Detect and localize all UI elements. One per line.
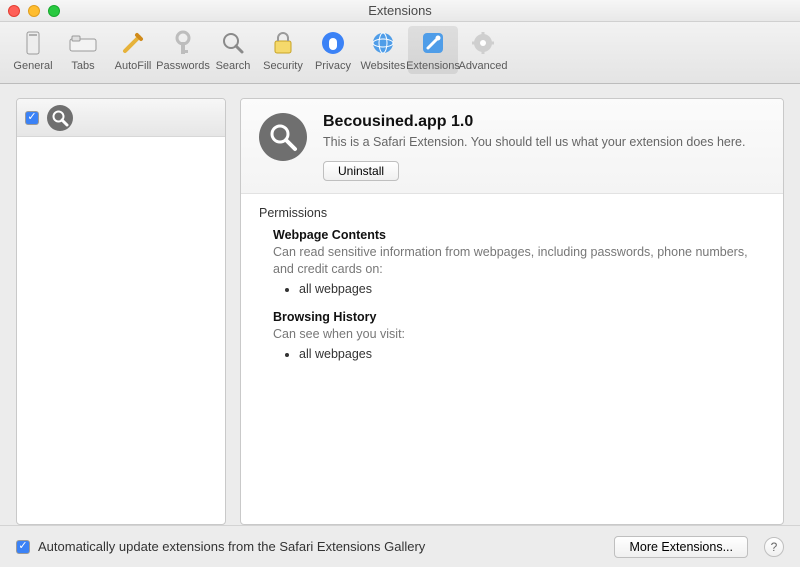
extension-detail-panel: Becousined.app 1.0 This is a Safari Exte… [240, 98, 784, 525]
toolbar-tab-label: Extensions [406, 60, 460, 72]
toolbar-tab-label: General [13, 60, 52, 72]
general-icon [18, 28, 48, 58]
toolbar-tab-passwords[interactable]: Passwords [158, 26, 208, 74]
auto-update-checkbox[interactable] [16, 540, 30, 554]
permissions-section: Permissions Webpage Contents Can read se… [241, 194, 783, 387]
extension-large-icon [259, 113, 307, 161]
autofill-icon [118, 28, 148, 58]
toolbar-tab-tabs[interactable]: Tabs [58, 26, 108, 74]
permission-title: Browsing History [273, 310, 765, 324]
toolbar-tab-search[interactable]: Search [208, 26, 258, 74]
window-title: Extensions [0, 3, 800, 18]
search-icon [218, 28, 248, 58]
websites-icon [368, 28, 398, 58]
toolbar-tab-privacy[interactable]: Privacy [308, 26, 358, 74]
permission-title: Webpage Contents [273, 228, 765, 242]
security-icon [268, 28, 298, 58]
more-extensions-button[interactable]: More Extensions... [614, 536, 748, 558]
permissions-heading: Permissions [259, 206, 765, 220]
permission-description: Can see when you visit: [273, 326, 765, 343]
toolbar-tab-websites[interactable]: Websites [358, 26, 408, 74]
toolbar-tab-label: Privacy [315, 60, 351, 72]
extension-mini-icon [47, 105, 73, 131]
toolbar-tab-label: Security [263, 60, 303, 72]
toolbar-tab-security[interactable]: Security [258, 26, 308, 74]
sidebar-extension-row[interactable] [17, 99, 225, 137]
passwords-icon [168, 28, 198, 58]
permission-item: all webpages [299, 347, 765, 361]
titlebar: Extensions [0, 0, 800, 22]
toolbar-tab-general[interactable]: General [8, 26, 58, 74]
auto-update-label: Automatically update extensions from the… [38, 539, 425, 554]
extension-header: Becousined.app 1.0 This is a Safari Exte… [241, 99, 783, 194]
footer: Automatically update extensions from the… [0, 525, 800, 567]
permission-group: Webpage Contents Can read sensitive info… [273, 228, 765, 296]
tabs-icon [68, 28, 98, 58]
privacy-icon [318, 28, 348, 58]
toolbar-tab-extensions[interactable]: Extensions [408, 26, 458, 74]
toolbar-tab-label: Passwords [156, 60, 210, 72]
permission-description: Can read sensitive information from webp… [273, 244, 765, 278]
extension-enabled-checkbox[interactable] [25, 111, 39, 125]
toolbar-tab-autofill[interactable]: AutoFill [108, 26, 158, 74]
toolbar-tab-label: Search [216, 60, 251, 72]
extension-title: Becousined.app 1.0 [323, 113, 765, 131]
toolbar-tab-label: Websites [360, 60, 405, 72]
toolbar-tab-label: AutoFill [115, 60, 152, 72]
help-button[interactable]: ? [764, 537, 784, 557]
preferences-window: Extensions General Tabs AutoFill Passwor… [0, 0, 800, 567]
toolbar-tab-label: Advanced [459, 60, 508, 72]
toolbar-tab-label: Tabs [71, 60, 94, 72]
extensions-sidebar [16, 98, 226, 525]
body-area: Becousined.app 1.0 This is a Safari Exte… [0, 84, 800, 525]
advanced-icon [468, 28, 498, 58]
permission-item: all webpages [299, 282, 765, 296]
uninstall-button[interactable]: Uninstall [323, 161, 399, 181]
permission-group: Browsing History Can see when you visit:… [273, 310, 765, 361]
extension-description: This is a Safari Extension. You should t… [323, 134, 765, 151]
extensions-icon [418, 28, 448, 58]
preferences-toolbar: General Tabs AutoFill Passwords Search [0, 22, 800, 84]
toolbar-tab-advanced[interactable]: Advanced [458, 26, 508, 74]
